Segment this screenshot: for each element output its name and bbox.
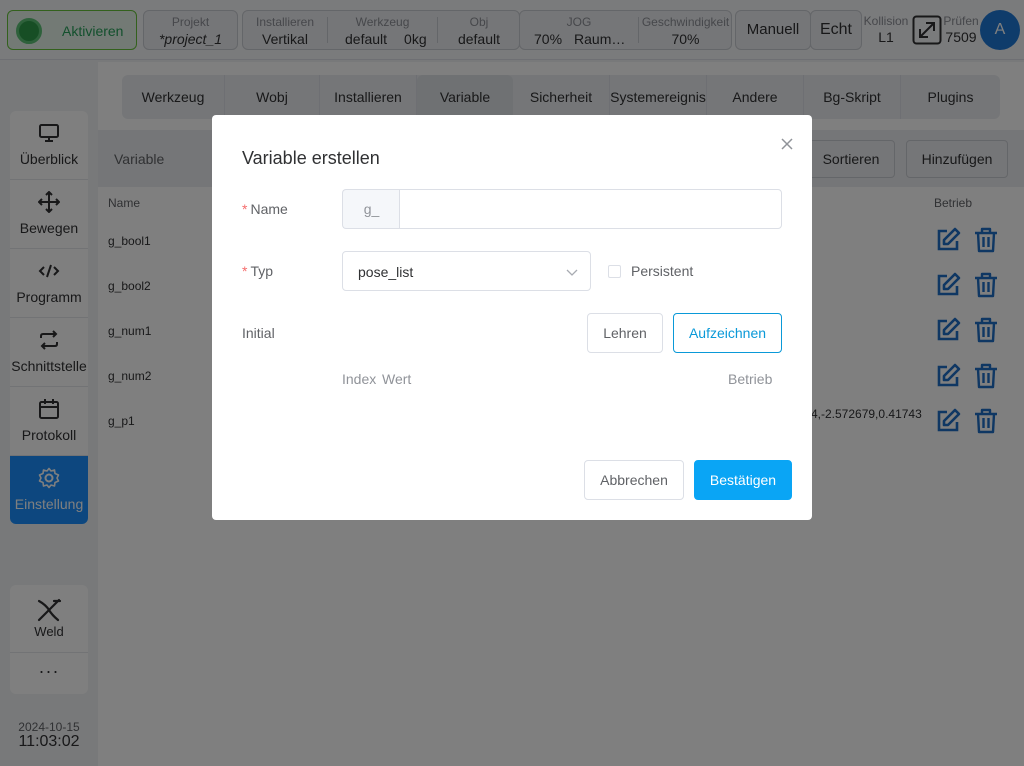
type-field-label: * Typ	[242, 263, 274, 279]
close-icon[interactable]	[780, 137, 794, 151]
column-header-action: Betrieb	[728, 371, 773, 387]
chevron-down-icon	[566, 269, 578, 276]
dialog-title: Variable erstellen	[242, 148, 380, 168]
persistent-label: Persistent	[631, 263, 694, 279]
column-header-value: Wert	[382, 371, 412, 387]
record-button[interactable]: Aufzeichnen	[673, 313, 782, 353]
name-field-label: * Name	[242, 201, 288, 217]
initial-label: Initial	[242, 325, 275, 341]
teach-button[interactable]: Lehren	[587, 313, 663, 353]
cancel-button[interactable]: Abbrechen	[584, 460, 684, 500]
name-prefix: g_	[342, 189, 400, 229]
confirm-button[interactable]: Bestätigen	[694, 460, 792, 500]
persistent-checkbox[interactable]	[608, 265, 621, 278]
type-select-value: pose_list	[358, 264, 414, 280]
name-input[interactable]	[399, 189, 782, 229]
type-select[interactable]: pose_list	[342, 251, 591, 291]
create-variable-dialog: Variable erstellen * Name g_ * Typ pose_li…	[212, 115, 812, 520]
column-header-index: Index	[342, 371, 377, 387]
